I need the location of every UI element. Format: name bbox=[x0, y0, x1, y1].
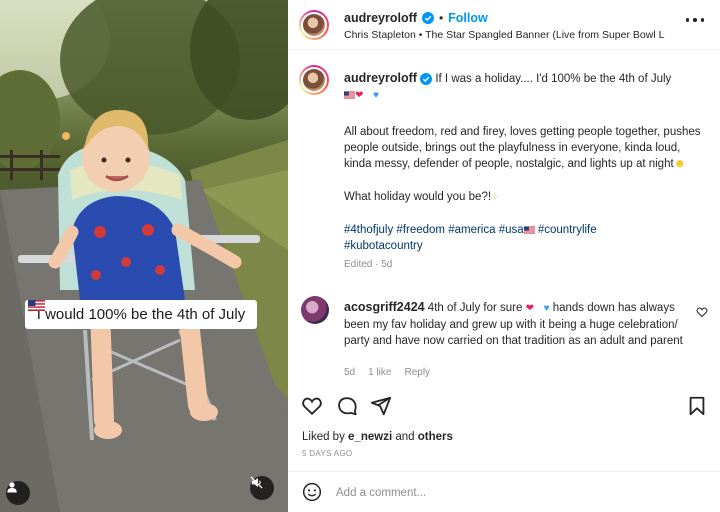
post-actions-bar bbox=[288, 392, 720, 418]
liked-by-and: and bbox=[392, 431, 418, 443]
emoji-picker-icon[interactable] bbox=[302, 482, 322, 502]
blue-heart-icon: ♥ bbox=[372, 90, 379, 101]
add-comment-input[interactable] bbox=[336, 484, 696, 502]
author-username[interactable]: audreyroloff bbox=[344, 11, 417, 25]
post-date: 5 DAYS AGO bbox=[302, 449, 353, 458]
liked-by-text: Liked by e_newzi and others bbox=[302, 431, 453, 443]
commenter-avatar[interactable] bbox=[301, 296, 329, 324]
like-heart-icon[interactable] bbox=[301, 395, 323, 417]
user-icon bbox=[7, 482, 17, 493]
caption-paragraph: All about freedom, red and firey, loves … bbox=[344, 126, 701, 170]
caption-line1: If I was a holiday.... I'd 100% be the 4… bbox=[435, 73, 672, 85]
mute-button[interactable] bbox=[250, 476, 274, 500]
comment-reply-button[interactable]: Reply bbox=[404, 367, 430, 378]
author-avatar[interactable] bbox=[299, 10, 329, 40]
caption-hashtags[interactable]: #4thofjuly #freedom #america #usa bbox=[344, 224, 524, 236]
more-options-icon[interactable] bbox=[686, 12, 704, 28]
us-flag-icon bbox=[28, 300, 45, 311]
caption-edited-meta: Edited · 5d bbox=[344, 259, 393, 270]
us-flag-emoji-icon bbox=[344, 91, 355, 99]
tagged-users-button[interactable] bbox=[6, 481, 30, 505]
save-bookmark-icon[interactable] bbox=[686, 395, 708, 417]
mute-icon bbox=[250, 476, 263, 489]
follow-button[interactable]: Follow bbox=[448, 11, 488, 25]
comment-age: 5d bbox=[344, 367, 356, 378]
add-comment-bar bbox=[288, 471, 720, 512]
caption-username[interactable]: audreyroloff bbox=[344, 71, 417, 85]
verified-badge-icon bbox=[421, 12, 434, 24]
comment-text: acosgriff2424 4th of July for sure ❤ ♥ h… bbox=[344, 299, 684, 349]
commenter-username[interactable]: acosgriff2424 bbox=[344, 300, 425, 314]
caption-hashtags-3[interactable]: #kubotacountry bbox=[344, 240, 423, 252]
caption-text: audreyroloff If I was a holiday.... I'd … bbox=[344, 70, 709, 273]
photo-caption-text: I would 100% be the 4th of July bbox=[36, 306, 246, 323]
share-send-icon[interactable] bbox=[370, 395, 392, 417]
author-row: audreyroloff • Follow bbox=[344, 11, 488, 25]
us-flag-emoji-icon bbox=[523, 226, 535, 234]
comment-body-1: 4th of July for sure bbox=[424, 302, 526, 314]
caption-author-avatar[interactable] bbox=[299, 65, 329, 95]
smile-emoji-icon: ☻ bbox=[673, 158, 686, 170]
liked-by-others-link[interactable]: others bbox=[418, 431, 453, 443]
comment-meta: 5d 1 like Reply bbox=[344, 367, 430, 378]
red-heart-icon: ❤ bbox=[525, 303, 534, 314]
photo-caption-sticker: I would 100% be the 4th of July bbox=[25, 300, 257, 329]
liked-by-prefix: Liked by bbox=[302, 431, 349, 443]
verified-badge-icon bbox=[420, 72, 433, 85]
sparkle-emoji-icon: ✧ bbox=[491, 192, 499, 202]
separator-dot: • bbox=[438, 11, 444, 25]
caption-question: What holiday would you be?! bbox=[344, 191, 492, 203]
photo-scene bbox=[0, 0, 288, 512]
post-details-panel: audreyroloff • Follow Chris Stapleton • … bbox=[288, 0, 720, 512]
comment-bubble-icon[interactable] bbox=[336, 395, 358, 417]
caption-hashtags-2[interactable]: #countrylife bbox=[535, 224, 597, 236]
post-photo[interactable]: I would 100% be the 4th of July bbox=[0, 0, 288, 512]
red-heart-icon: ❤ bbox=[355, 90, 364, 101]
liked-by-user[interactable]: e_newzi bbox=[348, 431, 392, 443]
post-header: audreyroloff • Follow Chris Stapleton • … bbox=[288, 0, 720, 50]
comment-like-heart-icon[interactable] bbox=[696, 306, 708, 318]
comment-likes[interactable]: 1 like bbox=[368, 367, 391, 378]
audio-track-link[interactable]: Chris Stapleton • The Star Spangled Bann… bbox=[344, 29, 680, 41]
